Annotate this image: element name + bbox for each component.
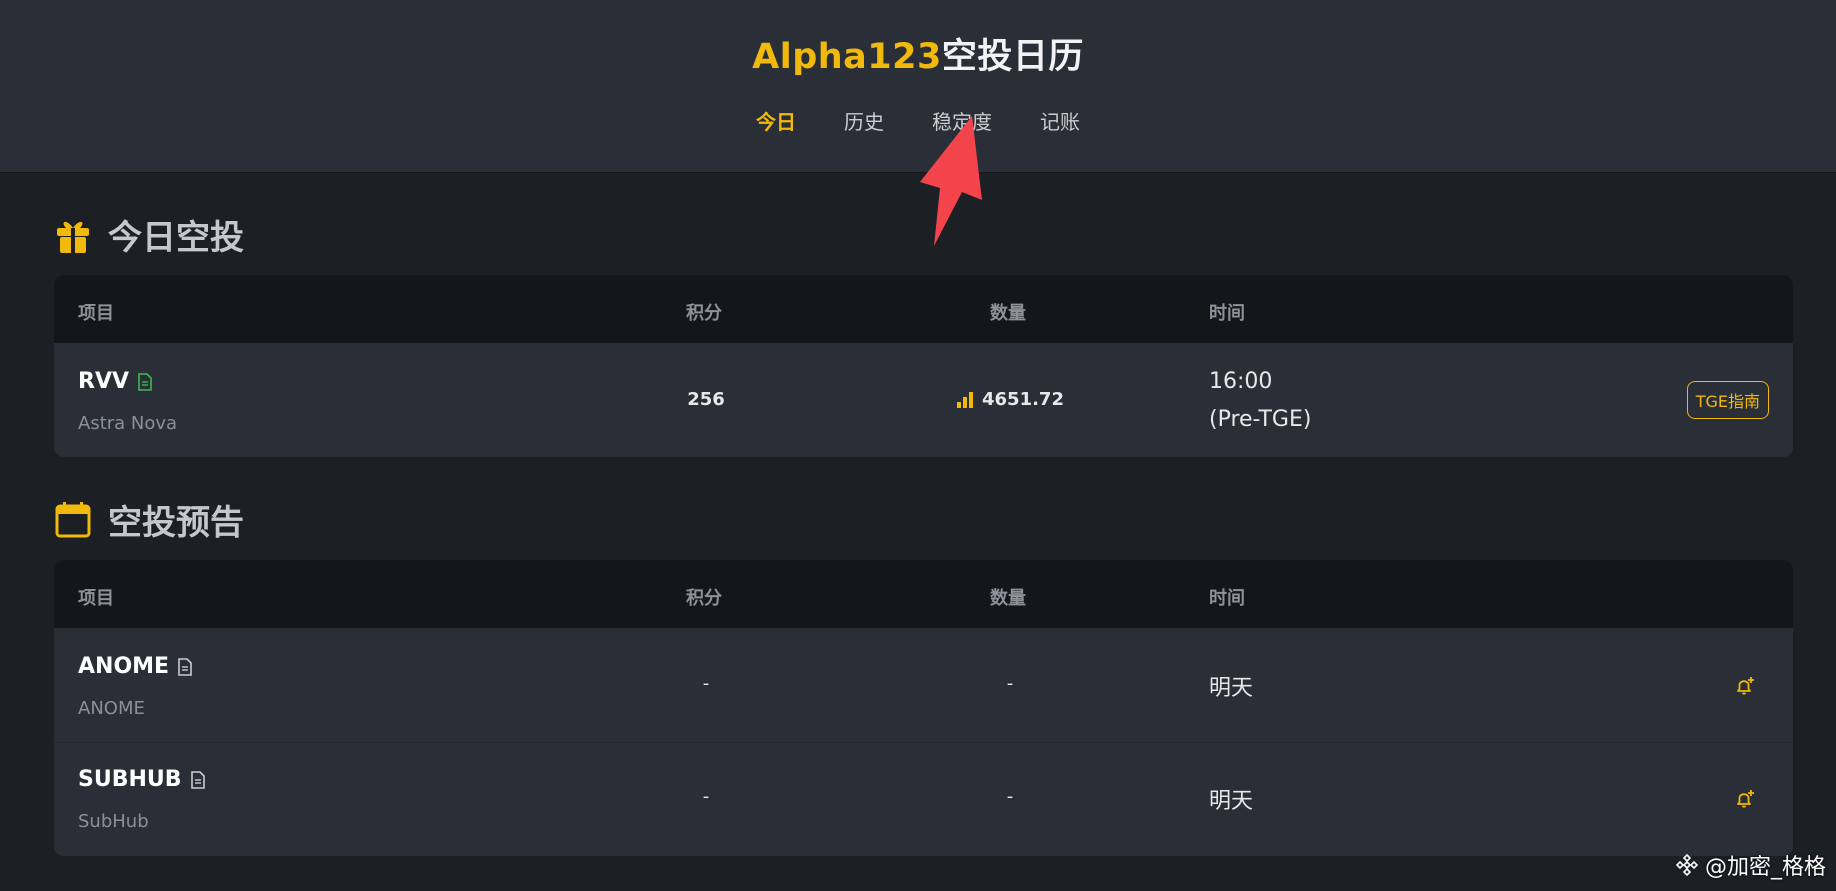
amount-value: 4651.72 [982,389,1064,410]
col-amount: 数量 [990,588,1026,609]
amount-cell: 4651.72 [956,389,1064,410]
today-row-content: RVV Astra Nova 256 4651.72 16:00 (Pre-TG… [54,343,1793,457]
time-line2: (Pre-TGE) [1209,407,1312,432]
tge-guide-button[interactable]: TGE指南 [1686,381,1769,419]
amount-value: - [1006,673,1014,694]
today-table-header: 项目 积分 数量 时间 [54,275,1793,343]
today-section-title: 今日空投 [54,210,244,259]
project-symbol-text: RVV [78,369,129,394]
points-value: - [702,673,710,694]
bell-plus-icon[interactable] [1733,674,1757,698]
binance-logo-icon [1675,853,1699,877]
nav-tab-ledger[interactable]: 记账 [1038,104,1082,137]
col-project: 项目 [78,303,114,324]
time-line1: 16:00 [1209,369,1273,394]
amount-value: - [1006,786,1014,807]
project-symbol: SUBHUB [78,767,206,792]
time-value: 明天 [1209,676,1254,701]
table-row[interactable]: ANOME ANOME - - 明天 [54,628,1793,742]
app-title-brand: Alpha123 [752,37,942,77]
project-name: Astra Nova [78,413,178,434]
calendar-icon [55,501,91,537]
col-amount: 数量 [990,303,1026,324]
project-name: ANOME [78,698,145,719]
app-title: Alpha123空投日历 [0,28,1836,79]
document-icon[interactable] [190,770,206,789]
project-symbol-text: ANOME [78,654,170,679]
today-section-label: 今日空投 [108,218,244,258]
app-title-rest: 空投日历 [941,37,1084,77]
red-arrow-annotation [920,116,982,246]
document-icon[interactable] [177,657,193,676]
project-symbol-text: SUBHUB [78,767,182,792]
points-value: 256 [687,389,725,410]
nav-tab-today[interactable]: 今日 [754,104,798,137]
project-symbol: RVV [78,369,153,394]
watermark: @加密_格格 [1675,849,1826,881]
project-name: SubHub [78,811,149,832]
upcoming-section-title: 空投预告 [54,495,244,544]
signal-bars-icon [957,391,973,408]
col-time: 时间 [1209,303,1245,324]
col-time: 时间 [1209,588,1245,609]
nav-tab-history[interactable]: 历史 [842,104,886,137]
col-points: 积分 [686,303,722,324]
watermark-text: @加密_格格 [1704,855,1826,880]
bell-plus-icon[interactable] [1733,787,1757,811]
points-value: - [702,786,710,807]
col-project: 项目 [78,588,114,609]
project-symbol: ANOME [78,654,193,679]
col-points: 积分 [686,588,722,609]
upcoming-table: 项目 积分 数量 时间 ANOME ANOME - - 明天 SUBHUB Su… [54,560,1793,856]
upcoming-section-label: 空投预告 [108,503,244,543]
upcoming-table-header: 项目 积分 数量 时间 [54,560,1793,628]
gift-icon [57,221,89,253]
time-value: 明天 [1209,789,1254,814]
table-row[interactable]: SUBHUB SubHub - - 明天 [54,742,1793,856]
document-icon[interactable] [137,372,153,391]
